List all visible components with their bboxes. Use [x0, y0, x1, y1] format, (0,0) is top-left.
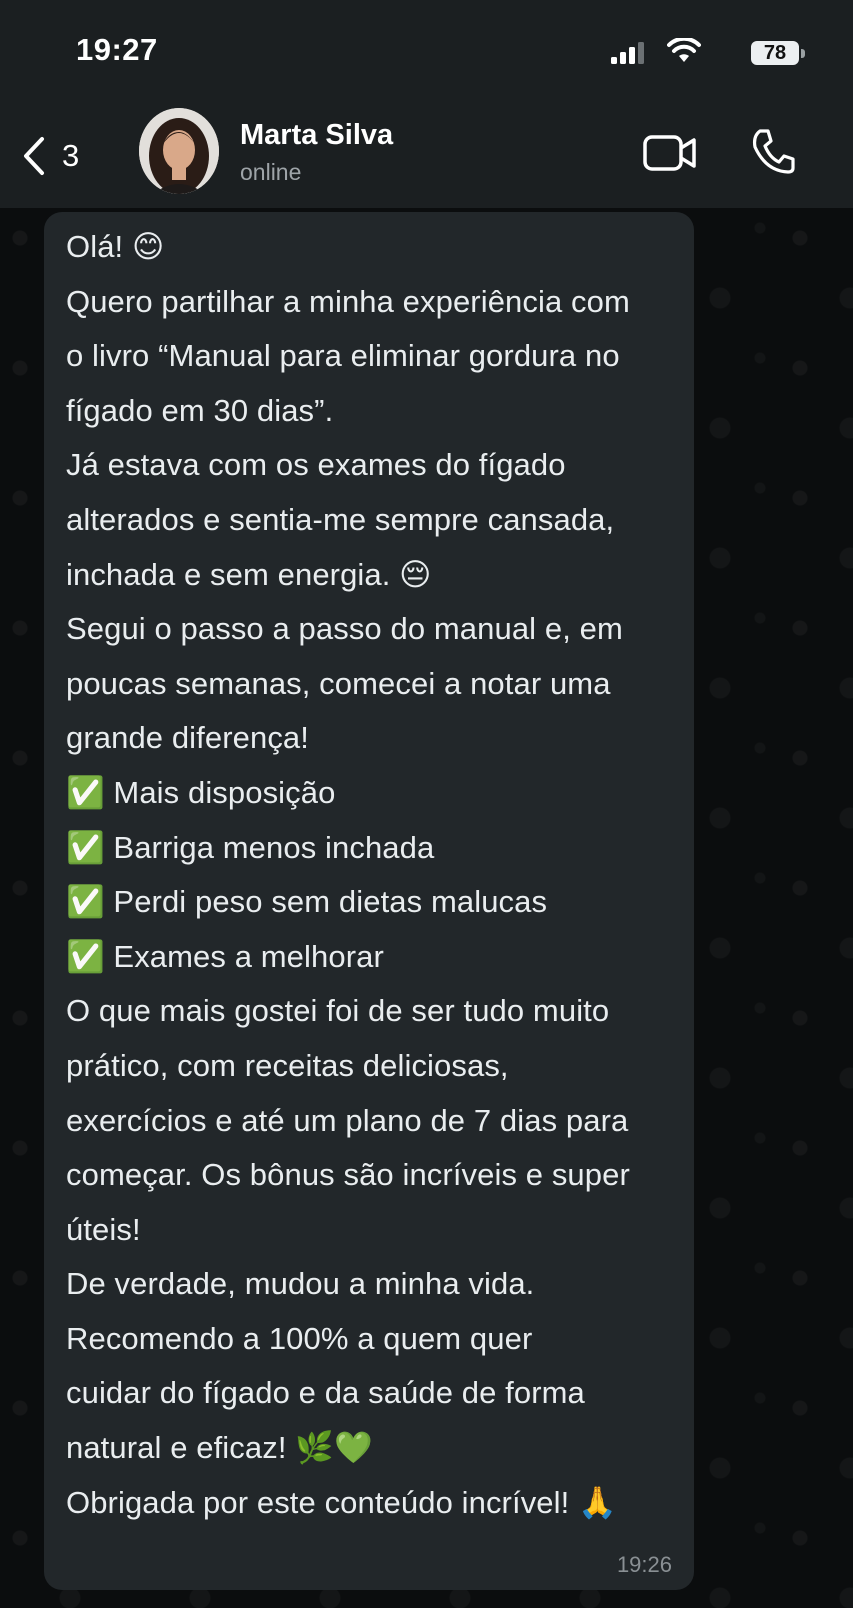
message-line: Segui o passo a passo do manual e, em — [66, 611, 623, 647]
message-line: inchada e sem energia. 😔 — [66, 556, 432, 592]
message-line: Obrigada por este conteúdo incrível! 🙏 — [66, 1484, 617, 1520]
message-line: poucas semanas, comecei a notar uma — [66, 665, 611, 701]
message-line: O que mais gostei foi de ser tudo muito — [66, 993, 610, 1029]
message-timestamp: 19:26 — [616, 1552, 672, 1577]
message-line: cuidar do fígado e da saúde de forma — [66, 1375, 585, 1411]
message-line: alterados e sentia-me sempre cansada, — [66, 501, 615, 537]
battery-tip — [801, 49, 805, 58]
status-time: 19:27 — [76, 32, 158, 67]
message-line: Recomendo a 100% a quem quer — [66, 1320, 533, 1356]
video-call-button[interactable] — [642, 133, 698, 178]
message-bubble[interactable]: Olá! 😊 Quero partilhar a minha experiênc… — [44, 212, 694, 1590]
message-line: úteis! — [66, 1211, 141, 1247]
voice-call-button[interactable] — [750, 127, 796, 180]
message-line: natural e eficaz! 🌿💚 — [66, 1430, 373, 1466]
message-line: fígado em 30 dias”. — [66, 392, 334, 428]
avatar[interactable] — [139, 108, 219, 194]
message-line: Já estava com os exames do fígado — [66, 447, 566, 483]
message-line: prático, com receitas deliciosas, — [66, 1047, 509, 1083]
contact-status: online — [240, 159, 302, 185]
message-line: exercícios e até um plano de 7 dias para — [66, 1102, 629, 1138]
status-icons: 78 — [545, 38, 805, 68]
signal-icon — [611, 42, 644, 64]
chat-header: 3 Marta Silva online — [0, 105, 853, 208]
message-line: ✅ Perdi peso sem dietas malucas — [66, 884, 548, 920]
message-line: começar. Os bônus são incríveis e super — [66, 1157, 630, 1193]
message-line: ✅ Exames a melhorar — [66, 938, 384, 974]
avatar-photo — [139, 108, 219, 194]
phone-icon — [752, 129, 795, 174]
chat-area[interactable]: Olá! 😊 Quero partilhar a minha experiênc… — [0, 208, 853, 1608]
battery-indicator: 78 — [751, 41, 799, 65]
video-camera-icon — [643, 135, 696, 171]
chevron-left-icon — [24, 137, 44, 175]
message-line: ✅ Barriga menos inchada — [66, 829, 435, 865]
status-bar: 19:27 78 — [0, 0, 853, 105]
message-line: ✅ Mais disposição — [66, 774, 336, 810]
message-line: o livro “Manual para eliminar gordura no — [66, 338, 620, 374]
back-button[interactable]: 3 — [22, 131, 102, 181]
wifi-icon — [667, 38, 701, 62]
contact-name[interactable]: Marta Silva — [240, 119, 393, 152]
message-line: De verdade, mudou a minha vida. — [66, 1266, 535, 1302]
message-line: Quero partilhar a minha experiência com — [66, 283, 630, 319]
message-line: grande diferença! — [66, 720, 309, 756]
message-line: Olá! 😊 — [66, 229, 165, 264]
unread-count: 3 — [62, 138, 80, 173]
